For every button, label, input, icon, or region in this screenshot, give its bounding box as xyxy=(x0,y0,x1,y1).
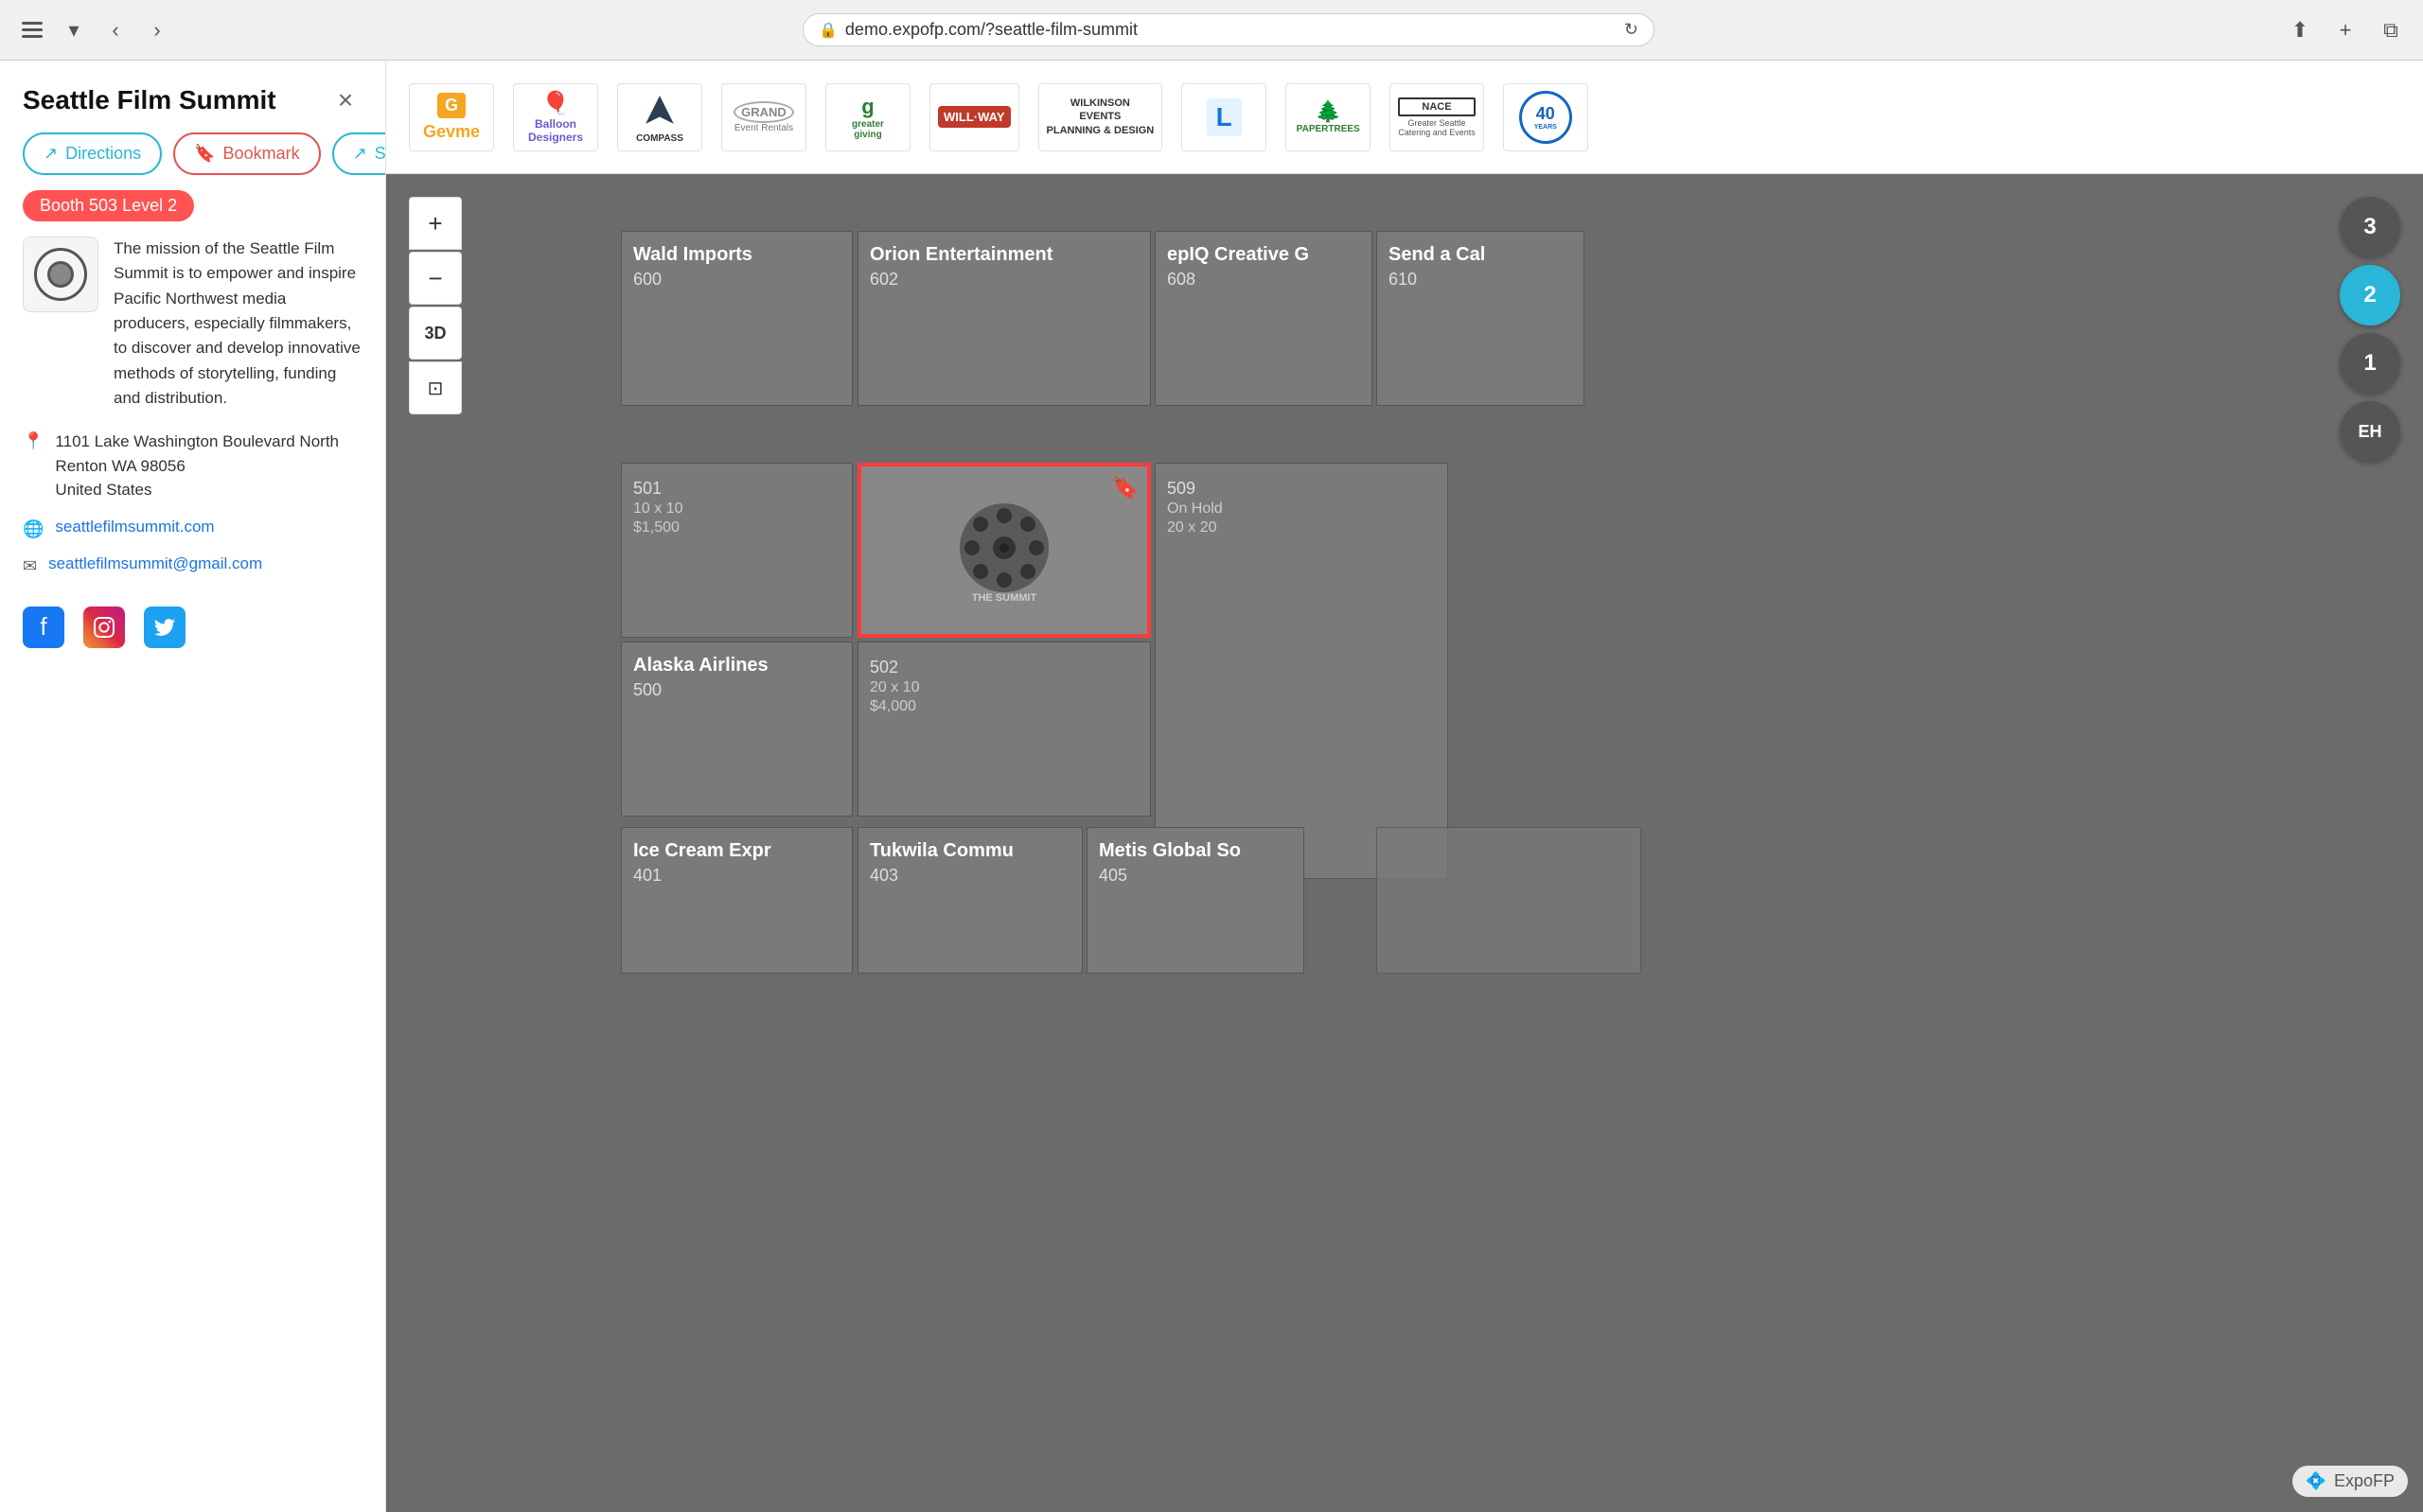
booth-502[interactable]: 502 20 x 10 $4,000 xyxy=(858,642,1151,817)
email-item: ✉ seattlefilmsummit@gmail.com xyxy=(23,554,363,576)
bookmark-button[interactable]: 🔖 Bookmark xyxy=(173,132,320,175)
booth-seattle-summit[interactable]: 🔖 xyxy=(858,463,1151,638)
floor-map[interactable]: + − 3D ⊡ 3 2 1 EH Wald Imports 600 xyxy=(386,174,2423,1512)
forward-button[interactable]: › xyxy=(140,13,174,47)
close-button[interactable]: × xyxy=(328,83,363,117)
browser-controls: ▾ ‹ › xyxy=(15,13,174,47)
booth-epiq-creative[interactable]: epIQ Creative G 608 xyxy=(1155,231,1372,406)
address-bar: 🔒 ↻ xyxy=(803,13,1654,46)
expofp-text: ExpoFP xyxy=(2334,1471,2395,1491)
facebook-button[interactable]: f xyxy=(23,607,64,648)
left-panel: Seattle Film Summit × ↗ Directions 🔖 Boo… xyxy=(0,61,386,1512)
dropdown-button[interactable]: ▾ xyxy=(57,13,91,47)
level-3-button[interactable]: 3 xyxy=(2340,197,2400,257)
panel-actions: ↗ Directions 🔖 Bookmark ↗ Share xyxy=(0,132,385,190)
panel-info: The mission of the Seattle Film Summit i… xyxy=(0,237,385,430)
zoom-out-button[interactable]: − xyxy=(409,252,462,305)
level-selector: 3 2 1 EH xyxy=(2340,197,2400,462)
browser-actions: ⬆ + ⧉ xyxy=(2283,13,2408,47)
level-2-button[interactable]: 2 xyxy=(2340,265,2400,325)
summit-logo: THE SUMMIT xyxy=(952,499,1056,603)
bookmark-icon: 🔖 xyxy=(194,144,215,164)
address-item: 📍 1101 Lake Washington Boulevard North R… xyxy=(23,430,363,502)
map-controls: + − 3D ⊡ xyxy=(409,197,462,414)
contact-section: 📍 1101 Lake Washington Boulevard North R… xyxy=(0,430,385,591)
booth-509[interactable]: 509 On Hold 20 x 20 xyxy=(1155,463,1448,879)
share-button[interactable]: ⬆ xyxy=(2283,13,2317,47)
panel-logo xyxy=(23,237,98,312)
panel-description: The mission of the Seattle Film Summit i… xyxy=(114,237,363,411)
level-1-button[interactable]: 1 xyxy=(2340,333,2400,394)
sponsor-gevme[interactable]: G Gevme xyxy=(409,83,494,151)
website-item: 🌐 seattlefilmsummit.com xyxy=(23,518,363,539)
directions-button[interactable]: ↗ Directions xyxy=(23,132,162,175)
share-action-button[interactable]: ↗ Share xyxy=(332,132,386,175)
twitter-button[interactable] xyxy=(144,607,186,648)
website-link[interactable]: seattlefilmsummit.com xyxy=(55,518,214,536)
expofp-icon: 💠 xyxy=(2306,1471,2326,1491)
directions-icon: ↗ xyxy=(44,144,58,164)
sponsor-bar: G Gevme 🎈 BalloonDesigners COMPASS xyxy=(386,61,2423,174)
tabs-button[interactable]: ⧉ xyxy=(2374,13,2408,47)
sponsor-willway[interactable]: WILL·WAY xyxy=(929,83,1019,151)
booth-alaska-airlines[interactable]: Alaska Airlines 500 xyxy=(621,642,853,817)
booth-orion-entertainment[interactable]: Orion Entertainment 602 xyxy=(858,231,1151,406)
share-icon: ↗ xyxy=(353,144,367,164)
fit-button[interactable]: ⊡ xyxy=(409,361,462,414)
refresh-button[interactable]: ↻ xyxy=(1624,20,1638,40)
sponsor-balloon[interactable]: 🎈 BalloonDesigners xyxy=(513,83,598,151)
sponsor-nace[interactable]: NACE Greater SeattleCatering and Events xyxy=(1389,83,1484,151)
zoom-in-button[interactable]: + xyxy=(409,197,462,250)
sponsor-compass[interactable]: COMPASS xyxy=(617,83,702,151)
email-icon: ✉ xyxy=(23,556,37,576)
social-section: f xyxy=(0,591,385,663)
browser-chrome: ▾ ‹ › 🔒 ↻ ⬆ + ⧉ xyxy=(0,0,2423,61)
instagram-button[interactable] xyxy=(83,607,125,648)
booth-metis-global[interactable]: Metis Global So 405 xyxy=(1087,827,1304,974)
url-input[interactable] xyxy=(845,20,1617,40)
expofp-watermark: 💠 ExpoFP xyxy=(2292,1466,2408,1497)
booth-ice-cream[interactable]: Ice Cream Expr 401 xyxy=(621,827,853,974)
svg-text:THE SUMMIT: THE SUMMIT xyxy=(972,592,1037,603)
lock-icon: 🔒 xyxy=(819,21,838,40)
logo-circle xyxy=(34,248,87,301)
booth-badge: Booth 503 Level 2 xyxy=(23,190,194,221)
booth-tukwila[interactable]: Tukwila Commu 403 xyxy=(858,827,1083,974)
booth-corner-right[interactable] xyxy=(1376,827,1641,974)
sponsor-40years[interactable]: 40 YEARS xyxy=(1503,83,1588,151)
bookmark-indicator: 🔖 xyxy=(1111,474,1140,501)
booth-501[interactable]: 501 10 x 10 $1,500 xyxy=(621,463,853,638)
new-tab-button[interactable]: + xyxy=(2328,13,2362,47)
globe-icon: 🌐 xyxy=(23,519,44,539)
map-area: G Gevme 🎈 BalloonDesigners COMPASS xyxy=(386,61,2423,1512)
logo-inner xyxy=(47,261,74,288)
sponsor-lapiz[interactable]: L xyxy=(1181,83,1266,151)
sidebar-toggle-button[interactable] xyxy=(15,13,49,47)
sponsor-wilkinson[interactable]: WILKINSONEVENTSPLANNING & DESIGN xyxy=(1038,83,1163,151)
email-link[interactable]: seattlefilmsummit@gmail.com xyxy=(48,554,262,573)
main-layout: Seattle Film Summit × ↗ Directions 🔖 Boo… xyxy=(0,61,2423,1512)
address-text: 1101 Lake Washington Boulevard North Ren… xyxy=(55,430,339,502)
sponsor-greater[interactable]: g greatergiving xyxy=(825,83,911,151)
booth-wald-imports[interactable]: Wald Imports 600 xyxy=(621,231,853,406)
location-icon: 📍 xyxy=(23,431,44,451)
booth-send-a-cal[interactable]: Send a Cal 610 xyxy=(1376,231,1584,406)
back-button[interactable]: ‹ xyxy=(98,13,133,47)
sponsor-grand[interactable]: GRAND Event Rentals xyxy=(721,83,806,151)
3d-button[interactable]: 3D xyxy=(409,307,462,360)
panel-header: Seattle Film Summit × xyxy=(0,61,385,132)
booth-grid: Wald Imports 600 Orion Entertainment 602… xyxy=(386,174,2423,1512)
sponsor-papertrees[interactable]: 🌲 PAPERTREES xyxy=(1285,83,1371,151)
panel-title: Seattle Film Summit xyxy=(23,85,276,115)
level-eh-button[interactable]: EH xyxy=(2340,401,2400,462)
